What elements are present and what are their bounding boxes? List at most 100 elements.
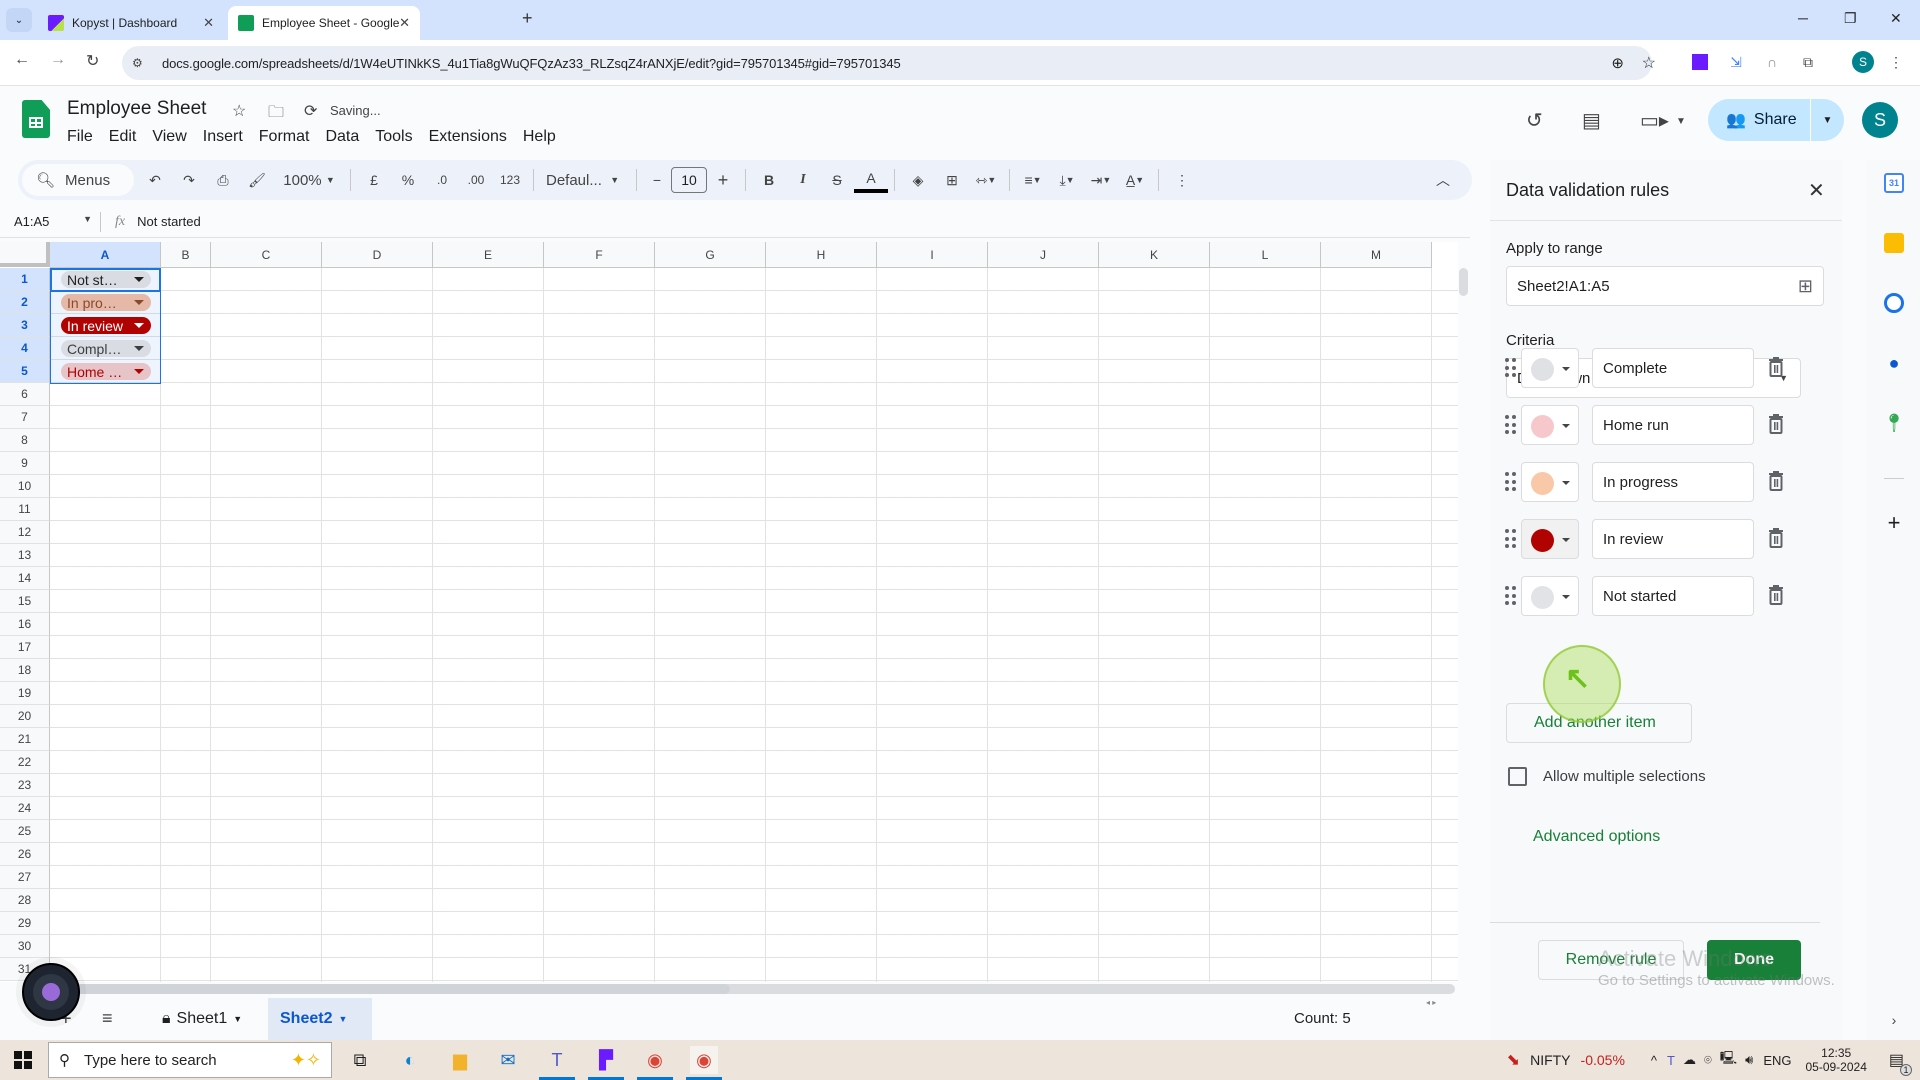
name-box[interactable]: A1:A5 ▼	[0, 214, 100, 229]
chevron-down-icon[interactable]: ▼	[233, 1014, 242, 1024]
close-tab-icon[interactable]: ✕	[399, 15, 410, 31]
zoom-icon[interactable]: ⊕	[1611, 54, 1624, 72]
row-header-25[interactable]: 25	[0, 820, 50, 843]
tab-search-button[interactable]: ⌄	[6, 8, 32, 32]
dropdown-arrow-icon[interactable]	[134, 346, 144, 351]
select-range-icon[interactable]: ⊞	[1798, 276, 1813, 297]
font-select[interactable]: Defaul... ▼	[540, 164, 630, 196]
vertical-align-button[interactable]: ⤓ ▼	[1050, 164, 1084, 196]
row-header-30[interactable]: 30	[0, 935, 50, 958]
menu-tools[interactable]: Tools	[375, 128, 412, 146]
profile-avatar[interactable]: S	[1852, 51, 1874, 73]
tasks-icon[interactable]	[1884, 293, 1904, 313]
row-header-14[interactable]: 14	[0, 567, 50, 590]
extensions-puzzle-icon[interactable]: ⧉	[1798, 52, 1818, 72]
contacts-icon[interactable]: ●	[1884, 353, 1904, 373]
column-header-c[interactable]: C	[211, 242, 322, 268]
decrease-font-size-button[interactable]: −	[643, 164, 671, 196]
item-value-input[interactable]: Home run	[1592, 405, 1754, 445]
delete-item-icon[interactable]	[1768, 584, 1784, 606]
item-value-input[interactable]: Not started	[1592, 576, 1754, 616]
menus-search-button[interactable]: 🔍︎ Menus	[22, 164, 134, 196]
dropdown-chip-a1[interactable]: Not st…	[61, 271, 151, 288]
clock[interactable]: 12:35 05-09-2024	[1805, 1046, 1866, 1074]
dropdown-chip-a4[interactable]: Compl…	[61, 340, 151, 357]
column-header-j[interactable]: J	[988, 242, 1099, 268]
volume-icon[interactable]: 🔊︎	[1745, 1052, 1753, 1068]
more-formats-button[interactable]: 123	[493, 164, 527, 196]
column-header-a[interactable]: A	[50, 242, 161, 268]
row-header-19[interactable]: 19	[0, 682, 50, 705]
item-color-picker[interactable]	[1521, 405, 1579, 445]
column-header-l[interactable]: L	[1210, 242, 1321, 268]
url-field[interactable]: ⚙ docs.google.com/spreadsheets/d/1W4eUTI…	[122, 46, 1656, 80]
drag-handle-icon[interactable]	[1504, 472, 1518, 492]
row-header-27[interactable]: 27	[0, 866, 50, 889]
row-header-21[interactable]: 21	[0, 728, 50, 751]
column-header-b[interactable]: B	[161, 242, 211, 268]
row-header-5[interactable]: 5	[0, 360, 50, 383]
column-header-k[interactable]: K	[1099, 242, 1210, 268]
drag-handle-icon[interactable]	[1504, 529, 1518, 549]
dropdown-chip-a3[interactable]: In review	[61, 317, 151, 334]
font-size-input[interactable]: 10	[671, 167, 707, 193]
tab-employee-sheet[interactable]: Employee Sheet - Google Sheets ✕	[228, 6, 420, 40]
redo-icon[interactable]: ↷	[172, 164, 206, 196]
increase-decimal-button[interactable]: .00	[459, 164, 493, 196]
drag-handle-icon[interactable]	[1504, 358, 1518, 378]
dropdown-chip-a5[interactable]: Home …	[61, 363, 151, 380]
selection-count[interactable]: Count: 5	[1294, 1010, 1351, 1027]
column-header-m[interactable]: M	[1321, 242, 1432, 268]
menu-edit[interactable]: Edit	[109, 128, 137, 146]
item-color-picker[interactable]	[1521, 348, 1579, 388]
item-color-picker[interactable]	[1521, 519, 1579, 559]
column-header-g[interactable]: G	[655, 242, 766, 268]
row-header-29[interactable]: 29	[0, 912, 50, 935]
chrome-profile-s-icon[interactable]: ◉	[686, 1046, 722, 1080]
row-header-16[interactable]: 16	[0, 613, 50, 636]
row-header-10[interactable]: 10	[0, 475, 50, 498]
ticker-change[interactable]: -0.05%	[1581, 1052, 1625, 1068]
taskbar-search[interactable]: ⚲ Type here to search ✦✧	[48, 1042, 332, 1078]
row-header-3[interactable]: 3	[0, 314, 50, 337]
network-icon[interactable]: 🖳︎	[1720, 1049, 1737, 1071]
row-header-2[interactable]: 2	[0, 291, 50, 314]
currency-format-button[interactable]: £	[357, 164, 391, 196]
dropdown-arrow-icon[interactable]	[134, 369, 144, 374]
close-tab-icon[interactable]: ✕	[203, 15, 214, 31]
menu-extensions[interactable]: Extensions	[429, 128, 507, 146]
row-header-9[interactable]: 9	[0, 452, 50, 475]
row-header-22[interactable]: 22	[0, 751, 50, 774]
collapse-toolbar-icon[interactable]: ︿	[1426, 164, 1460, 196]
minimize-button[interactable]: ─	[1798, 10, 1808, 26]
borders-button[interactable]: ⊞	[935, 164, 969, 196]
menu-file[interactable]: File	[67, 128, 93, 146]
chrome-profile-a-icon[interactable]: ◉	[637, 1046, 673, 1080]
advanced-options-link[interactable]: Advanced options	[1533, 828, 1660, 846]
delete-item-icon[interactable]	[1768, 470, 1784, 492]
formula-input[interactable]: Not started	[137, 214, 201, 229]
row-header-4[interactable]: 4	[0, 337, 50, 360]
dropdown-arrow-icon[interactable]	[134, 300, 144, 305]
onedrive-icon[interactable]: ☁	[1683, 1052, 1696, 1068]
chevron-down-icon[interactable]: ▼	[338, 1014, 347, 1024]
move-folder-icon[interactable]: 🗀	[268, 101, 284, 128]
italic-button[interactable]: I	[786, 164, 820, 196]
tab-kopyst[interactable]: Kopyst | Dashboard ✕	[38, 6, 224, 40]
close-panel-icon[interactable]: ✕	[1808, 178, 1825, 203]
dropdown-chip-a2[interactable]: In pro…	[61, 294, 151, 311]
file-explorer-icon[interactable]: ▆	[446, 1046, 474, 1074]
meet-dropdown-icon[interactable]: ▼	[1676, 116, 1686, 127]
increase-font-size-button[interactable]: +	[707, 164, 739, 196]
row-header-28[interactable]: 28	[0, 889, 50, 912]
close-window-button[interactable]: ✕	[1890, 10, 1902, 27]
teams-tray-icon[interactable]: T	[1667, 1053, 1675, 1068]
menu-data[interactable]: Data	[325, 128, 359, 146]
item-color-picker[interactable]	[1521, 462, 1579, 502]
reload-icon[interactable]: ↻	[86, 51, 99, 71]
item-color-picker[interactable]	[1521, 576, 1579, 616]
row-header-1[interactable]: 1	[0, 268, 50, 291]
share-button[interactable]: 👥 Share ▼	[1708, 99, 1844, 141]
share-dropdown-icon[interactable]: ▼	[1811, 115, 1844, 126]
undo-icon[interactable]: ↶	[138, 164, 172, 196]
